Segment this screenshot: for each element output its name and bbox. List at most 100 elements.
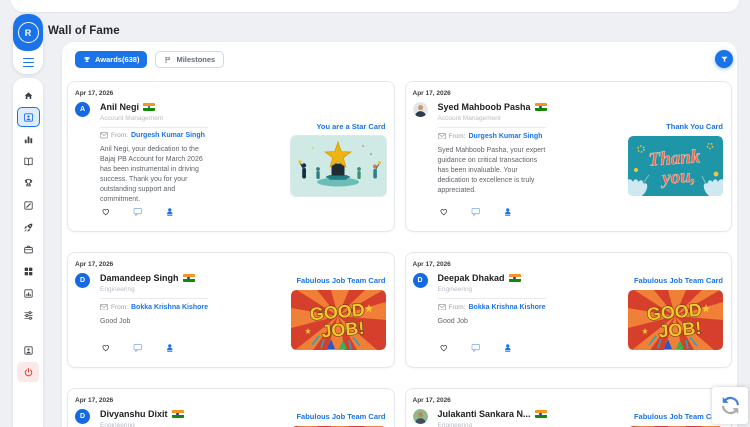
sidebar-item-reports[interactable] [17, 129, 39, 149]
heart-icon [440, 208, 447, 215]
divider [100, 297, 208, 299]
recipient-name[interactable]: Deepak Dhakad [438, 273, 505, 283]
goodjob-text-line2: JOB! [320, 317, 365, 341]
sender-link[interactable]: Bokka Krishna Kishore [131, 304, 208, 311]
sidebar-item-compose[interactable] [17, 195, 39, 215]
sidebar-item-analytics[interactable] [17, 283, 39, 303]
sender-link[interactable]: Durgesh Kumar Singh [468, 133, 542, 140]
person-icon [166, 207, 173, 216]
recipient-button[interactable] [503, 205, 514, 216]
card-date: Apr 17, 2026 [75, 261, 114, 268]
tab-awards[interactable]: Awards(638) [75, 51, 148, 68]
sidebar-item-logout[interactable] [17, 362, 39, 382]
good-job-card-art: GOOD JOB! [290, 289, 386, 350]
department-label: Account Management [100, 114, 164, 122]
heart-icon [440, 344, 447, 351]
thank-you-card-art: Thank you, [628, 136, 723, 196]
bar-chart-icon [23, 134, 34, 145]
sidebar-item-jobs[interactable] [17, 239, 39, 259]
recipient-name[interactable]: Anil Negi [100, 102, 139, 112]
like-button[interactable] [439, 341, 450, 352]
like-button[interactable] [101, 341, 112, 352]
department-label: Engineering [437, 285, 473, 293]
sidebar-item-preferences[interactable] [17, 305, 39, 325]
card-type-label: Fabulous Job Team Card [633, 275, 723, 285]
edit-icon [23, 200, 34, 211]
wall-of-fame-screen: R Wall of Fame Awards(638) Milestones Ap… [0, 0, 750, 427]
recipient-name[interactable]: Divyanshu Dixit [100, 409, 168, 419]
avatar: A [75, 102, 90, 117]
india-flag-icon [508, 274, 521, 282]
envelope-icon [100, 132, 108, 139]
avatar-photo [412, 409, 428, 424]
avatar [412, 409, 428, 424]
department-label: Engineering [100, 421, 135, 427]
recipient-button[interactable] [503, 341, 514, 352]
thankyou-text-line2: you, [659, 166, 696, 189]
card-actions [100, 205, 208, 216]
logo-letter: R [17, 22, 39, 43]
chart-box-icon [23, 288, 34, 299]
hamburger-menu-icon[interactable] [13, 51, 43, 74]
goodjob-text-line2: JOB! [658, 317, 703, 341]
from-label: From: [448, 303, 466, 311]
recipient-name[interactable]: Syed Mahboob Pasha [438, 102, 531, 112]
award-card-image [289, 135, 387, 197]
comment-button[interactable] [133, 205, 144, 216]
sender-link[interactable]: Bokka Krishna Kishore [468, 304, 545, 311]
india-flag-icon [534, 410, 547, 418]
sliders-icon [23, 310, 34, 321]
rocket-icon [23, 222, 34, 233]
filter-button[interactable] [715, 50, 733, 68]
recipient-button[interactable] [165, 341, 176, 352]
card-type-label: Thank You Card [666, 122, 723, 131]
recipient-button[interactable] [165, 205, 176, 216]
department-label: Engineering [437, 421, 473, 427]
card-actions [438, 341, 546, 352]
recipient-name[interactable]: Julakanti Sankara N... [438, 409, 531, 419]
main-panel: Awards(638) Milestones Apr 17, 2026 A An… [62, 42, 737, 427]
recipient-name[interactable]: Damandeep Singh [100, 273, 179, 283]
india-flag-icon [534, 103, 547, 111]
award-message: Good Job [100, 317, 131, 325]
card-date: Apr 17, 2026 [75, 90, 114, 97]
tab-milestones[interactable]: Milestones [155, 51, 225, 68]
grid-icon [23, 266, 34, 277]
sidebar-item-wall-of-fame[interactable] [16, 107, 40, 127]
recaptcha-badge[interactable] [712, 387, 748, 424]
avatar: D [412, 273, 428, 288]
trophy-icon [23, 178, 34, 189]
avatar-initial: D [79, 277, 86, 284]
flag-icon [166, 56, 171, 63]
comment-button[interactable] [471, 341, 482, 352]
award-card: Apr 17, 2026 D Deepak Dhakad Engineering [404, 252, 732, 368]
award-card: Apr 17, 2026 D Damandeep Singh Engineeri… [67, 252, 395, 368]
power-icon [23, 367, 34, 378]
good-job-card-art: GOOD JOB! [628, 289, 723, 350]
avatar [412, 102, 428, 117]
award-message: Good Job [437, 317, 468, 325]
comment-icon [133, 207, 142, 216]
avatar: D [75, 273, 90, 288]
award-card: Apr 17, 2026 Syed Mahboob Pasha Account … [404, 81, 732, 232]
from-row: From: Durgesh Kumar Singh [100, 132, 208, 139]
sidebar-item-apps[interactable] [17, 261, 39, 281]
star-card-art [290, 136, 386, 196]
sidebar-item-awards[interactable] [17, 173, 39, 193]
sidebar-item-home[interactable] [17, 85, 39, 105]
award-card-image: GOOD JOB! [290, 289, 386, 350]
card-date: Apr 17, 2026 [412, 397, 451, 404]
sidebar-item-profile[interactable] [17, 340, 39, 360]
app-logo-pill: R [13, 14, 43, 74]
comment-button[interactable] [471, 205, 482, 216]
sidebar-item-launch[interactable] [17, 217, 39, 237]
comment-button[interactable] [133, 341, 144, 352]
like-button[interactable] [101, 205, 112, 216]
sidebar-item-library[interactable] [17, 151, 39, 171]
from-label: From: [448, 132, 466, 140]
card-date: Apr 17, 2026 [412, 261, 451, 268]
like-button[interactable] [439, 205, 450, 216]
award-card: Apr 17, 2026 Julakanti Sankara N... Engi… [404, 388, 732, 427]
heart-icon [102, 208, 109, 215]
sender-link[interactable]: Durgesh Kumar Singh [131, 132, 205, 139]
